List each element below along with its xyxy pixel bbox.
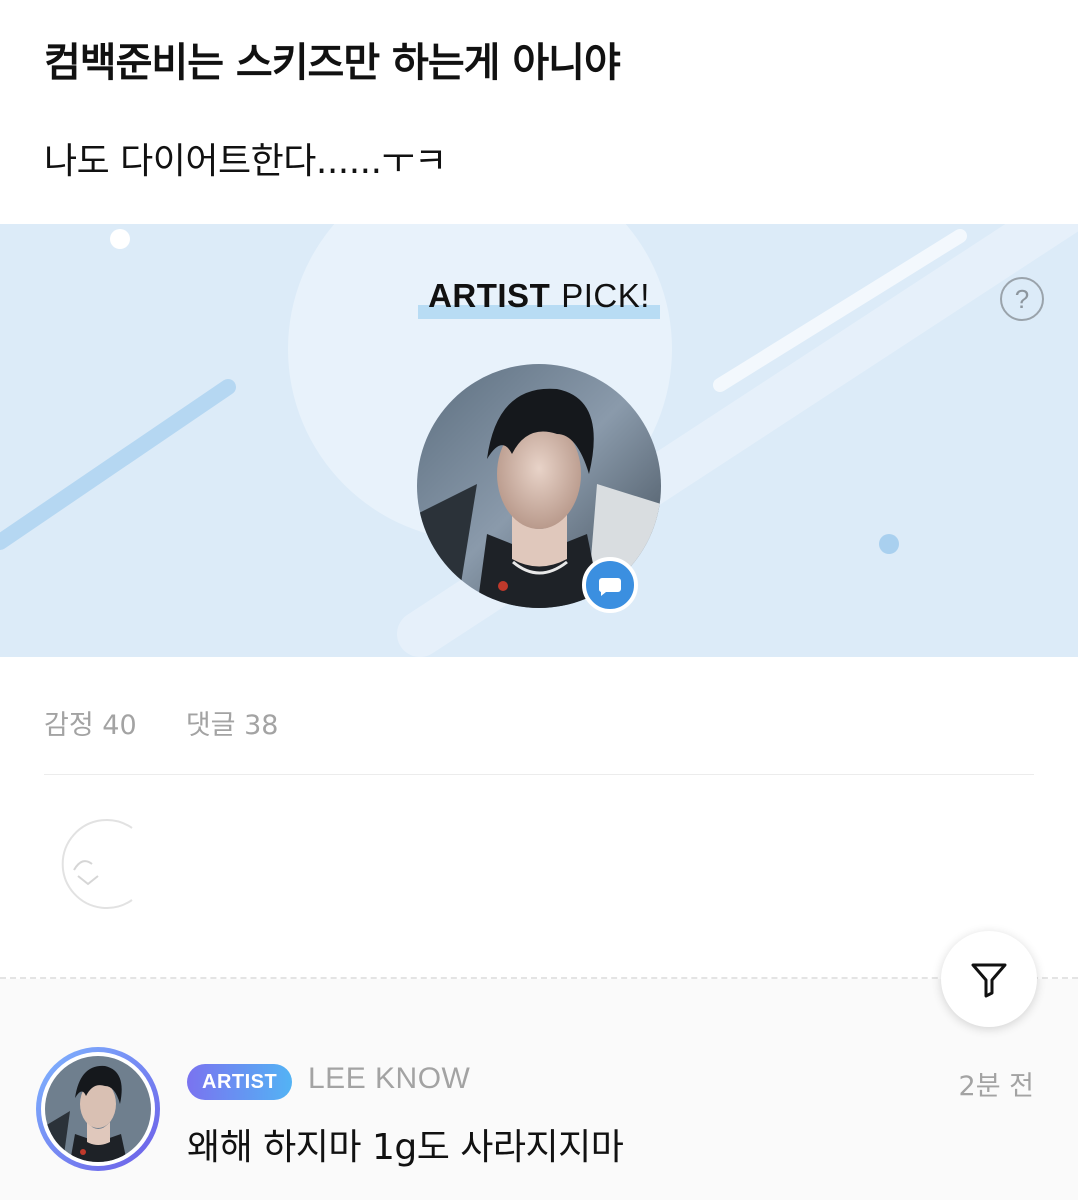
- comment-label: 댓글: [185, 710, 236, 741]
- section-divider: [0, 977, 1078, 979]
- comment-time: 2분 전: [958, 1071, 1034, 1102]
- emotion-label: 감정: [44, 710, 94, 741]
- comment-text: 왜해 하지마 1g도 사라지지마: [187, 1127, 624, 1168]
- artist-pick-title-strong: ARTIST: [428, 277, 551, 314]
- question-circle-icon[interactable]: ?: [1000, 277, 1044, 321]
- comment-author[interactable]: LEE KNOW: [308, 1062, 470, 1096]
- emotion-count: 40: [102, 710, 137, 741]
- post-title: 컴백준비는 스키즈만 하는게 아니야: [44, 40, 621, 86]
- emotion-stat[interactable]: 감정 40: [44, 710, 145, 741]
- filter-button[interactable]: [941, 931, 1037, 1027]
- post-stats: 감정 40 댓글 38: [44, 703, 278, 742]
- comment-avatar[interactable]: [36, 1047, 160, 1171]
- chat-bubble-icon[interactable]: [582, 557, 638, 613]
- divider: [44, 774, 1034, 775]
- comment-count: 38: [244, 710, 279, 741]
- artist-pick-banner[interactable]: ARTIST PICK! ?: [0, 224, 1078, 657]
- post-body: 나도 다이어트한다......ㅜㅋ: [44, 141, 447, 182]
- artist-badge: ARTIST: [187, 1064, 293, 1100]
- artist-pick-title: ARTIST PICK!: [0, 276, 1078, 319]
- loading-spinner-icon: [44, 818, 134, 910]
- comment-stat[interactable]: 댓글 38: [177, 710, 279, 741]
- filter-funnel-icon: [971, 963, 1007, 998]
- artist-pick-title-light: PICK!: [561, 277, 650, 314]
